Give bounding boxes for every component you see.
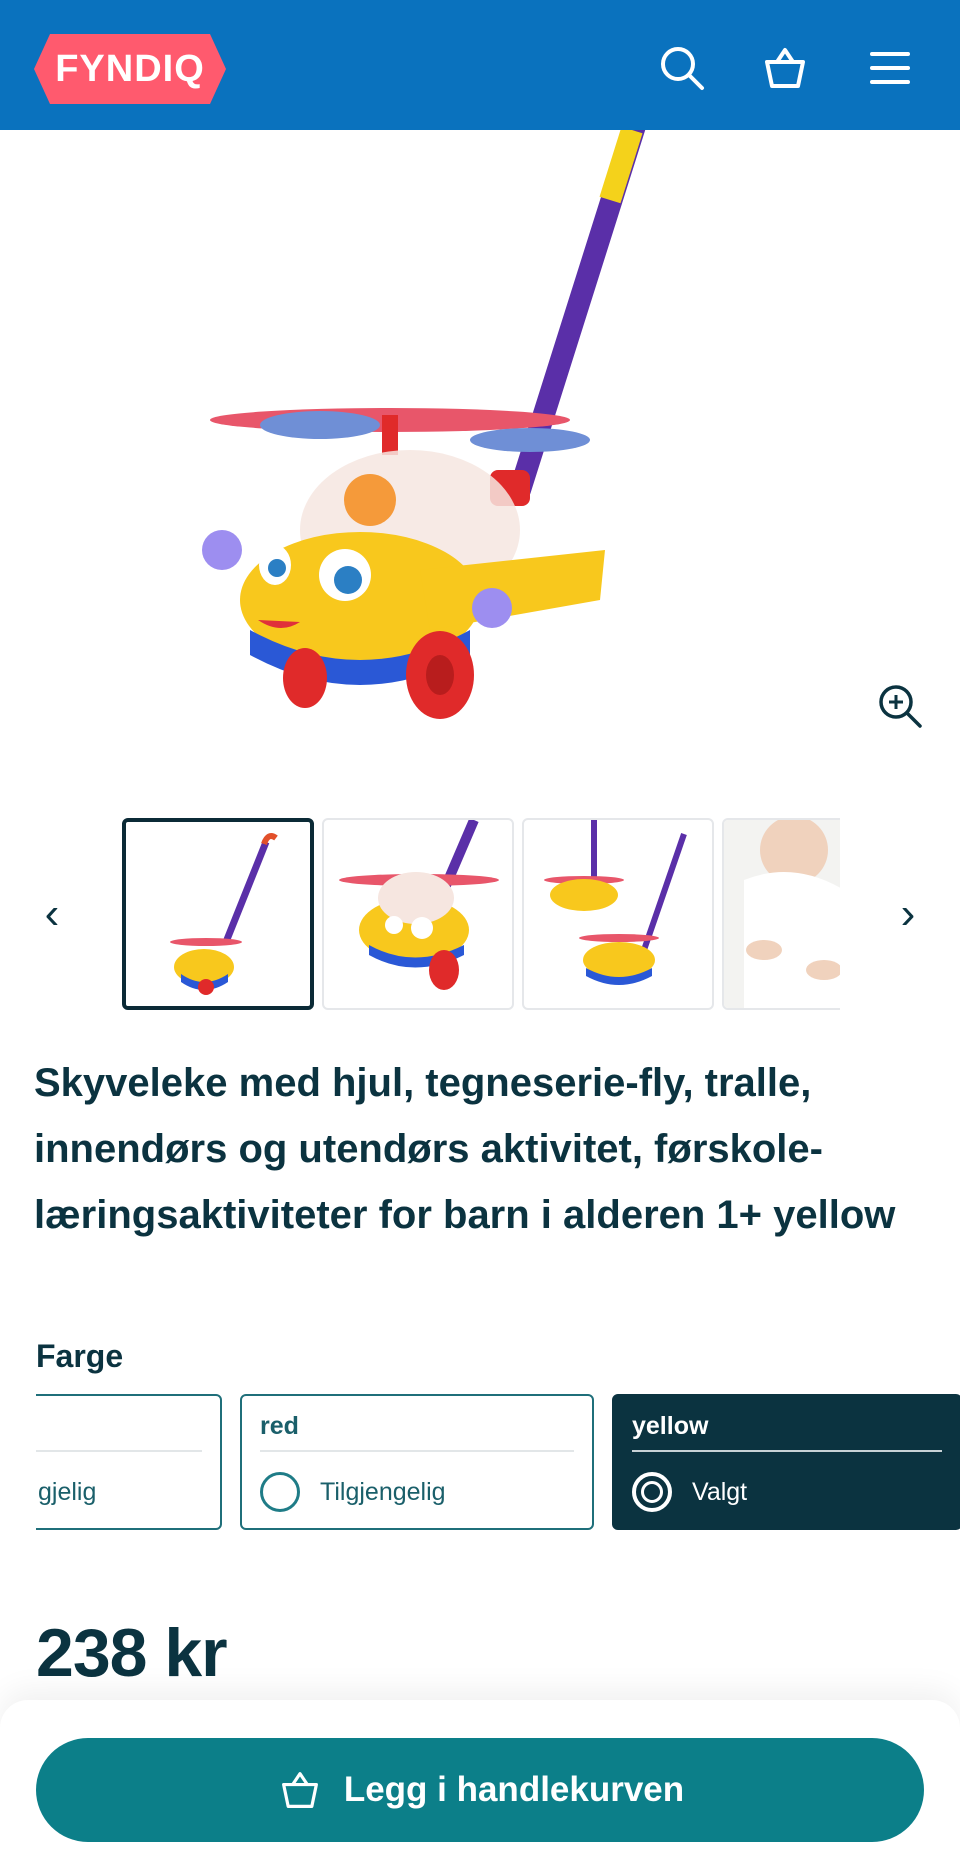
fyndiq-logo[interactable]: FYNDIQ (34, 34, 226, 104)
search-icon[interactable] (654, 40, 710, 96)
color-option-1[interactable]: gjelig (36, 1394, 222, 1530)
color-options: gjelig red Tilgjengelig yellow Valgt (36, 1394, 960, 1532)
product-price: 238 kr (36, 1615, 228, 1691)
prev-glyph: ‹ (44, 889, 60, 938)
add-to-cart-label: Legg i handlekurven (343, 1770, 685, 1809)
divider (36, 1450, 202, 1452)
next-glyph: › (900, 889, 916, 938)
color-option-yellow[interactable]: yellow Valgt (612, 1394, 960, 1530)
color-option-name: red (260, 1412, 299, 1440)
color-option-status: Tilgjengelig (320, 1478, 446, 1506)
radio-selected-icon (632, 1472, 672, 1512)
add-to-cart-button[interactable]: Legg i handlekurven (36, 1738, 924, 1842)
site-header: FYNDIQ (0, 0, 960, 130)
radio-icon (260, 1472, 300, 1512)
thumbnail-strip (120, 818, 840, 1010)
thumbnail-3[interactable] (522, 818, 714, 1010)
divider (632, 1450, 942, 1452)
menu-icon[interactable] (862, 40, 918, 96)
divider (260, 1450, 574, 1452)
zoom-in-icon[interactable] (872, 678, 928, 734)
color-option-status: gjelig (38, 1478, 97, 1506)
color-option-red[interactable]: red Tilgjengelig (240, 1394, 594, 1530)
basket-icon (276, 1766, 324, 1814)
chevron-left-icon[interactable]: ‹ (32, 884, 72, 944)
color-option-status: Valgt (692, 1478, 748, 1506)
chevron-right-icon[interactable]: › (888, 884, 928, 944)
color-option-name: yellow (632, 1412, 709, 1440)
logo-text: FYNDIQ (55, 47, 205, 90)
product-title: Skyveleke med hjul, tegneserie-fly, tral… (34, 1061, 896, 1237)
color-label: Farge (36, 1338, 124, 1374)
basket-icon[interactable] (757, 40, 813, 96)
thumbnail-1[interactable] (122, 818, 314, 1010)
thumbnail-4[interactable] (722, 818, 840, 1010)
product-main-image[interactable] (0, 130, 960, 770)
thumbnail-2[interactable] (322, 818, 514, 1010)
